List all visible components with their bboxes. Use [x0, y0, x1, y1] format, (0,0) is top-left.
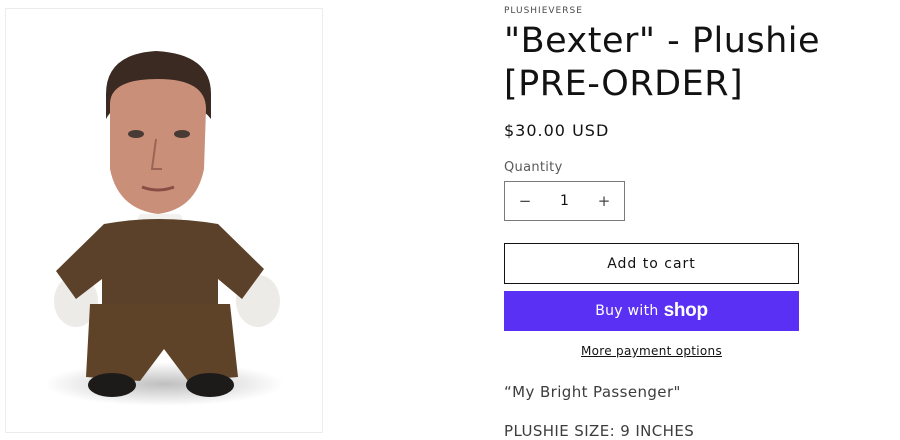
product-title: "Bexter" - Plushie [PRE-ORDER] [504, 21, 821, 104]
add-to-cart-button[interactable]: Add to cart [504, 243, 799, 284]
buy-with-label: Buy with [595, 303, 659, 319]
plus-icon[interactable]: + [584, 182, 624, 220]
product-image[interactable] [6, 9, 323, 433]
quantity-label: Quantity [504, 160, 563, 175]
shop-pay-logo: shop [663, 300, 708, 321]
more-payment-options-link[interactable]: More payment options [504, 344, 799, 358]
description-quote: “My Bright Passenger" [504, 383, 681, 401]
vendor-name: PLUSHIEVERSE [504, 6, 583, 16]
buy-with-shop-button[interactable]: Buy with shop [504, 291, 799, 331]
description-size: PLUSHIE SIZE: 9 INCHES [504, 422, 695, 440]
product-image-frame[interactable] [5, 8, 323, 433]
quantity-input[interactable]: 1 [545, 193, 584, 209]
quantity-stepper: − 1 + [504, 181, 625, 221]
product-price: $30.00 USD [504, 121, 610, 140]
minus-icon[interactable]: − [505, 182, 545, 220]
